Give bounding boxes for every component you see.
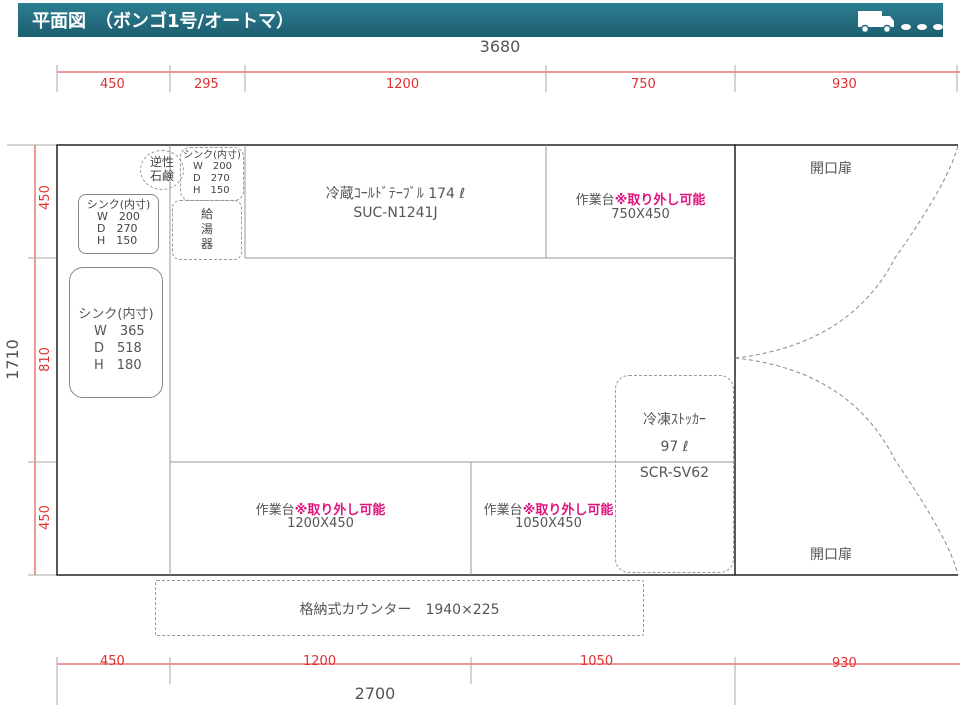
sink-large: シンク(内寸) W 365 D 518 H 180 bbox=[69, 267, 163, 398]
sink-top: シンク(内寸) W 200 D 270 H 150 bbox=[180, 147, 244, 201]
dim-left-seg: 450 bbox=[37, 185, 53, 210]
sink-small: シンク(内寸) W 200 D 270 H 150 bbox=[78, 194, 159, 254]
worktable-bottom-mid-size: 1050X450 bbox=[515, 516, 582, 531]
dim-left-seg: 810 bbox=[37, 347, 53, 372]
dim-top-seg: 930 bbox=[832, 77, 857, 92]
fridge-name: 冷蔵ｺｰﾙﾄﾞﾃｰﾌﾞﾙ 174 ℓ bbox=[325, 186, 466, 202]
dim-bottom-seg: 1050 bbox=[580, 654, 614, 669]
water-heater: 給 湯 器 bbox=[172, 200, 242, 260]
dim-bottom-total: 2700 bbox=[354, 684, 396, 703]
dim-top-seg: 295 bbox=[194, 77, 219, 92]
dim-bottom-seg: 1200 bbox=[303, 654, 337, 669]
dim-top-seg: 750 bbox=[631, 77, 656, 92]
dim-bottom-seg: 930 bbox=[832, 656, 857, 671]
soap-dispenser: 逆性 石鹸 bbox=[140, 150, 184, 190]
dim-top-seg: 450 bbox=[100, 77, 125, 92]
worktable-top-size: 750X450 bbox=[611, 207, 670, 222]
dim-top-total: 3680 bbox=[479, 37, 521, 56]
door-bottom-label: 開口扉 bbox=[810, 547, 852, 563]
dim-left-total: 1710 bbox=[2, 339, 22, 380]
door-top-label: 開口扉 bbox=[810, 161, 852, 177]
dim-bottom-seg: 450 bbox=[100, 654, 125, 669]
fridge-model: SUC-N1241J bbox=[353, 205, 438, 221]
worktable-top-label: 作業台※取り外し可能 bbox=[575, 193, 706, 208]
dim-left-seg: 450 bbox=[37, 505, 53, 530]
freezer: 冷凍ｽﾄｯｶｰ 97 ℓ SCR-SV62 bbox=[615, 375, 734, 573]
storage-counter: 格納式カウンター 1940×225 bbox=[155, 580, 644, 636]
worktable-bottom-left-size: 1200X450 bbox=[287, 516, 354, 531]
dim-top-seg: 1200 bbox=[386, 77, 420, 92]
